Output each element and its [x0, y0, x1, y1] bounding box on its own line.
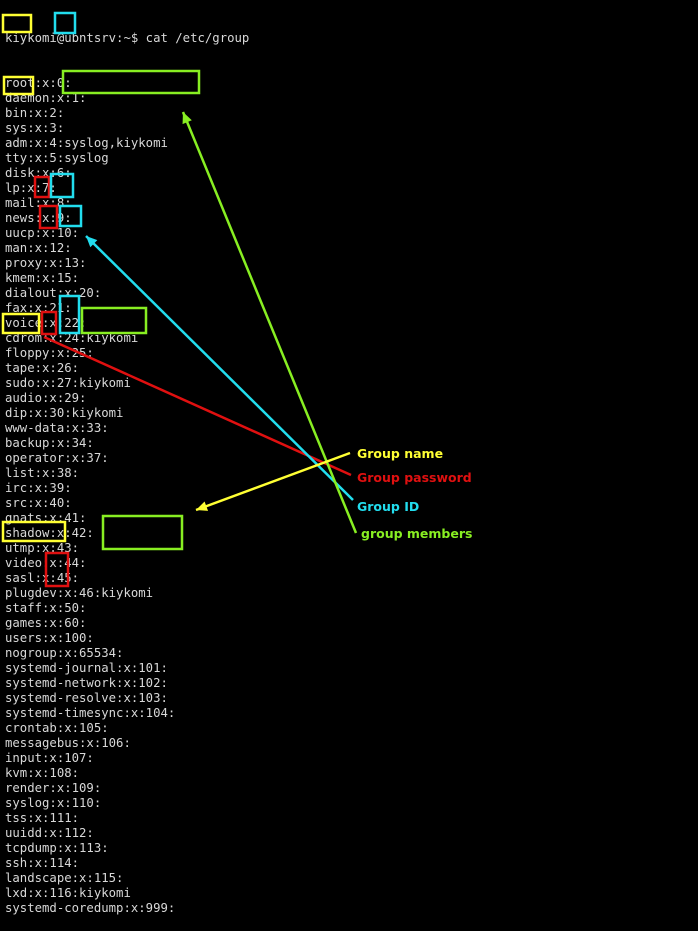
- box-group-members-sudo: [80, 306, 148, 335]
- group-entry-line: systemd-coredump:x:999:: [5, 901, 176, 915]
- highlight-boxes: [1, 11, 201, 588]
- box-group-id-sudo: [58, 294, 81, 335]
- legend-group-id: Group ID: [357, 499, 420, 514]
- box-group-id-man: [49, 172, 75, 199]
- group-entry-line: landscape:x:115:: [5, 871, 124, 885]
- box-group-members-plugdev: [101, 514, 184, 551]
- box-group-password-sudo: [40, 310, 58, 336]
- arrow-group-id: [85, 235, 354, 501]
- legend-group-password: Group password: [357, 470, 472, 485]
- box-group-password-kmem: [38, 204, 59, 230]
- box-group-name-adm: [2, 75, 35, 96]
- legend-group-members: group members: [361, 526, 473, 541]
- group-entry-line: lxd:x:116:kiykomi: [5, 886, 131, 900]
- box-group-members-adm: [61, 69, 201, 95]
- box-group-id-kmem: [58, 204, 83, 228]
- legend-group-name: Group name: [357, 446, 444, 461]
- box-group-password-users: [44, 551, 70, 588]
- box-group-name-root: [1, 13, 33, 34]
- arrow-group-name-head: [196, 501, 209, 511]
- arrow-group-name: [195, 451, 351, 512]
- box-group-name-sudo: [1, 312, 41, 335]
- box-group-name-plugdev: [1, 520, 67, 543]
- box-group-password-man: [33, 175, 51, 199]
- arrow-group-members: [181, 111, 358, 534]
- pointer-arrows: [43, 111, 358, 534]
- annotation-overlay: [1, 11, 358, 588]
- box-group-id-root: [53, 11, 77, 35]
